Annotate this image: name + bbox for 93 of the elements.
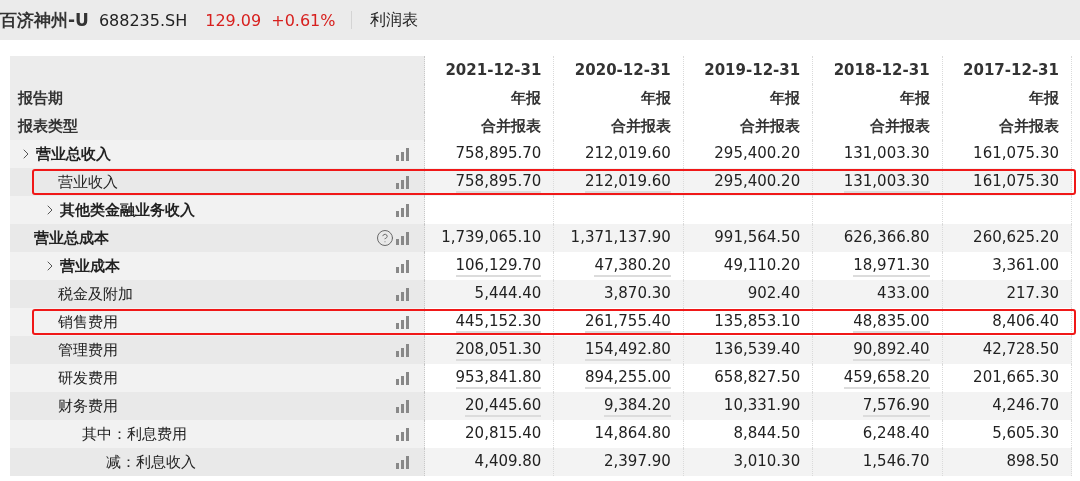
row-label: 销售费用 [58,312,118,332]
table-cell-text: 10,331.90 [723,395,801,416]
stock-price: 129.09 [205,10,262,30]
bar-chart-icon[interactable] [396,427,410,441]
table-cell-text: 758,895.70 [455,143,542,164]
bar-chart-icon[interactable] [396,231,410,245]
linked-value[interactable]: 18,971.30 [853,255,930,277]
linked-value[interactable]: 953,841.80 [455,367,542,389]
bar-chart-icon[interactable] [396,371,410,385]
column-header: 2019-12-31 [704,61,801,79]
row-label: 税金及附加 [58,284,133,304]
table-cell-text: 161,075.30 [973,171,1059,192]
linked-value[interactable]: 445,152.30 [455,311,542,333]
price-change: +0.61% [271,10,336,30]
table-cell-text: 5,444.40 [474,283,542,304]
column-header: 合并报表 [740,116,801,136]
table-cell-text: 3,010.30 [733,451,801,472]
row-label: 其中：利息费用 [82,424,187,444]
linked-value[interactable]: 47,380.20 [594,255,671,277]
column-header: 2018-12-31 [833,61,930,79]
table-cell-text: 217.30 [1006,283,1059,304]
stock-name: 百济神州-U [0,8,89,32]
column-header: 合并报表 [610,116,671,136]
row-label: 营业收入 [58,172,118,192]
column-header: 合并报表 [999,116,1059,136]
bar-chart-icon[interactable] [396,343,410,357]
row-label: 研发费用 [58,368,118,388]
table-cell-text: 3,870.30 [604,283,671,304]
column-header: 2020-12-31 [574,61,671,79]
table-cell-text: 5,605.30 [992,423,1059,444]
table-cell-text: 295,400.20 [714,143,801,164]
column-header: 年报 [1029,88,1059,108]
table-cell-text: 136,539.40 [714,339,801,360]
header-label: 报告期 [18,88,63,108]
table-cell-text: 1,371,137.90 [570,227,671,248]
table-cell-text: 6,248.40 [862,423,930,444]
column-header: 2017-12-31 [963,61,1059,79]
linked-value[interactable]: 261,755.40 [584,311,671,333]
header-label: 报表类型 [18,116,78,136]
column-header: 年报 [640,88,671,108]
bar-chart-icon[interactable] [396,147,410,161]
table-cell-text: 991,564.50 [714,227,801,248]
table-cell-text: 135,853.10 [714,311,801,332]
table-cell-text: 49,110.20 [723,255,801,276]
row-label: 管理费用 [58,340,118,360]
bar-chart-icon[interactable] [396,399,410,413]
table-cell-text: 4,409.80 [474,451,542,472]
table-cell-text: 1,546.70 [862,451,930,472]
linked-value[interactable]: 459,658.20 [843,367,930,389]
stock-code: 688235.SH [98,10,188,30]
table-cell-text: 161,075.30 [973,143,1059,164]
table-cell-text: 20,815.40 [465,423,542,444]
row-label: 减：利息收入 [106,452,196,472]
table-cell-text: 658,827.50 [714,367,801,388]
table-cell-text: 212,019.60 [584,143,671,164]
linked-value[interactable]: 894,255.00 [584,367,671,389]
table-cell-text: 902.40 [747,283,801,304]
row-label: 营业成本 [60,256,120,276]
help-icon[interactable] [376,229,394,247]
table-cell-text: 3,361.00 [992,255,1059,276]
linked-value[interactable]: 48,835.00 [853,311,930,333]
bar-chart-icon[interactable] [396,175,410,189]
bar-chart-icon[interactable] [396,315,410,329]
bar-chart-icon[interactable] [396,455,410,469]
column-header: 年报 [770,88,801,108]
table-cell-text: 42,728.50 [982,339,1059,360]
bar-chart-icon[interactable] [396,203,410,217]
column-header: 2021-12-31 [445,61,542,79]
table-cell-text: 131,003.30 [843,143,930,164]
table-cell-text: 626,366.80 [843,227,930,248]
row-label: 营业总成本 [34,228,109,248]
linked-value[interactable]: 106,129.70 [455,255,542,277]
table-cell-text: 1,739,065.10 [441,227,542,248]
row-label: 其他类金融业务收入 [60,200,195,220]
column-header: 年报 [511,88,542,108]
table-cell-text: 201,665.30 [973,367,1059,388]
table-cell-text: 8,406.40 [992,311,1059,332]
row-label: 财务费用 [58,396,118,416]
bar-chart-icon[interactable] [396,287,410,301]
bar-chart-icon[interactable] [396,259,410,273]
table-cell-text: 14,864.80 [594,423,671,444]
table-cell-text: 4,246.70 [992,395,1059,416]
table-cell-text: 295,400.20 [714,171,801,192]
table-cell-text: 8,844.50 [733,423,801,444]
table-cell-text: 898.50 [1006,451,1059,472]
column-header: 年报 [899,88,930,108]
table-cell-text: 260,625.20 [973,227,1059,248]
table-cell-text: 2,397.90 [604,451,671,472]
row-label: 营业总收入 [36,144,111,164]
column-header: 合并报表 [869,116,930,136]
report-title: 利润表 [370,9,419,31]
table-cell-text: 433.00 [877,283,930,304]
column-header: 合并报表 [481,116,542,136]
